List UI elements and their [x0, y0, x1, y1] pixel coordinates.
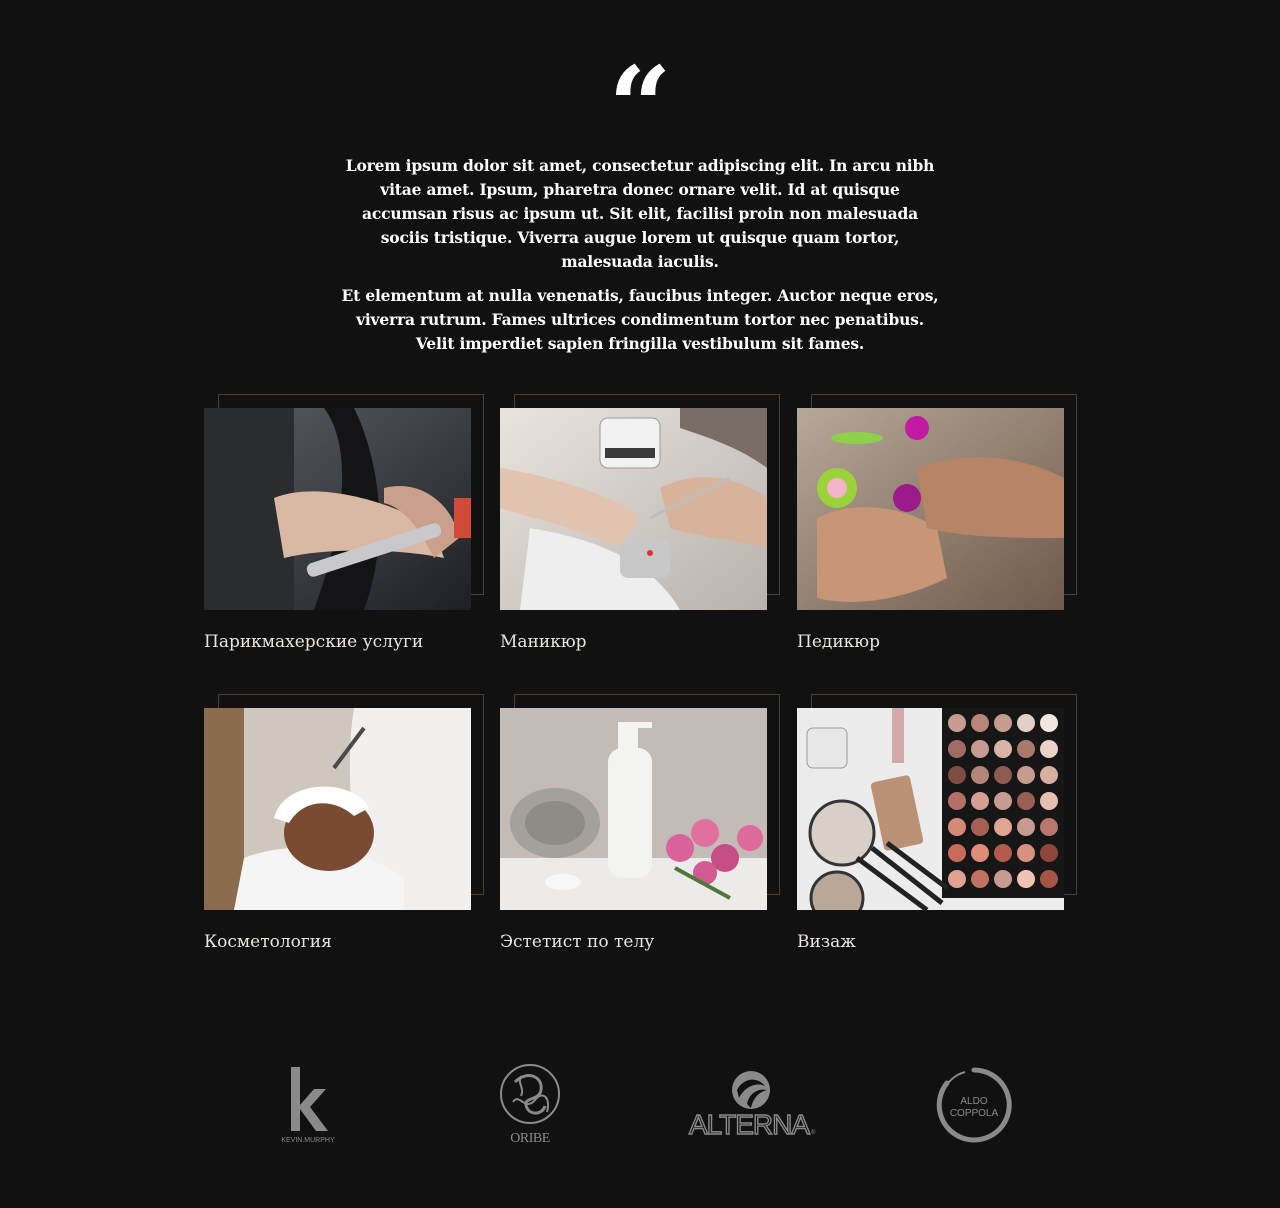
quote-icon: “ — [608, 42, 672, 171]
service-label-cosmetology[interactable]: Косметология — [204, 931, 332, 953]
aldo-coppola-logo[interactable]: ALDO COPPOLA — [934, 1062, 1014, 1148]
alterna-logo[interactable]: ALTERNA ® — [684, 1062, 820, 1148]
service-label-manicure[interactable]: Маникюр — [500, 631, 587, 653]
makeup-service-photo — [797, 708, 1064, 910]
service-card-cosmetology[interactable] — [204, 694, 485, 910]
intro-paragraph-2: Et elementum at nulla venenatis, faucibu… — [341, 286, 939, 353]
service-card-hair[interactable] — [204, 394, 485, 610]
svg-text:ALTERNA: ALTERNA — [689, 1109, 810, 1140]
manicure-service-photo — [500, 408, 767, 610]
hair-service-photo — [204, 408, 471, 610]
body-aesthetics-service-photo — [500, 708, 767, 910]
service-label-makeup[interactable]: Визаж — [797, 931, 856, 953]
intro-paragraph-1: Lorem ipsum dolor sit amet, consectetur … — [345, 156, 935, 271]
service-label-hair[interactable]: Парикмахерские услуги — [204, 631, 423, 653]
cosmetology-service-photo — [204, 708, 471, 910]
service-card-manicure[interactable] — [500, 394, 781, 610]
intro-text: Lorem ipsum dolor sit amet, consectetur … — [340, 154, 940, 366]
service-card-pedicure[interactable] — [797, 394, 1078, 610]
service-label-body-aesthetics[interactable]: Эстетист по телу — [500, 931, 654, 953]
kevin-murphy-logo[interactable]: KEVIN.MURPHY — [272, 1062, 344, 1148]
service-card-body-aesthetics[interactable] — [500, 694, 781, 910]
svg-text:ALDO: ALDO — [960, 1096, 987, 1107]
service-card-makeup[interactable] — [797, 694, 1078, 910]
svg-text:ORIBE: ORIBE — [510, 1131, 550, 1146]
svg-text:KEVIN.MURPHY: KEVIN.MURPHY — [281, 1137, 335, 1144]
pedicure-service-photo — [797, 408, 1064, 610]
svg-text:COPPOLA: COPPOLA — [950, 1108, 999, 1119]
svg-text:®: ® — [811, 1129, 816, 1136]
oribe-logo[interactable]: ORIBE — [494, 1062, 566, 1148]
service-label-pedicure[interactable]: Педикюр — [797, 631, 880, 653]
